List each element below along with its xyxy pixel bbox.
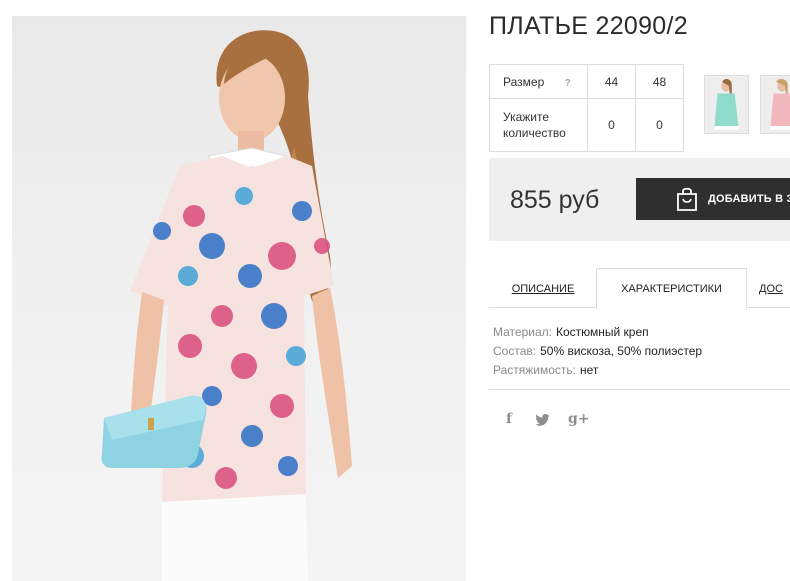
spec-value: Костюмный креп (555, 325, 649, 339)
spec-key: Материал: (493, 325, 552, 339)
quantity-label-text: Укажите количество (503, 110, 566, 140)
add-to-cart-button[interactable]: ДОБАВИТЬ В З (636, 178, 790, 220)
product-price: 855 руб (510, 186, 600, 214)
thumbnail-mint-dress[interactable] (704, 75, 749, 134)
spec-key: Состав: (493, 344, 537, 358)
help-icon[interactable]: ? (565, 78, 571, 89)
spec-row-material: Материал: Костюмный креп (493, 323, 702, 342)
product-tabs: ОПИСАНИЕ ХАРАКТЕРИСТИКИ ДОС (489, 268, 790, 309)
quantity-label: Укажите количество (489, 98, 588, 152)
tab-delivery-label: ДОС (759, 282, 783, 295)
tab-characteristics-label: ХАРАКТЕРИСТИКИ (621, 282, 722, 295)
spec-row-composition: Состав: 50% вискоза, 50% полиэстер (493, 342, 702, 361)
quantity-input-44[interactable]: 0 (587, 98, 636, 152)
size-label: Размер (503, 74, 545, 89)
googleplus-icon[interactable]: g+ (568, 411, 590, 427)
spec-list: Материал: Костюмный креп Состав: 50% виско… (493, 323, 702, 380)
product-title: ПЛАТЬЕ 22090/2 (489, 12, 688, 40)
tab-delivery[interactable]: ДОС (759, 268, 790, 309)
twitter-icon[interactable] (535, 414, 550, 426)
size-option-48[interactable]: 48 (635, 64, 684, 99)
shopping-bag-icon (677, 187, 697, 211)
tab-description[interactable]: ОПИСАНИЕ (489, 268, 597, 309)
spec-row-stretch: Растяжимость: нет (493, 361, 702, 380)
section-divider (489, 389, 790, 390)
product-main-image[interactable] (12, 16, 466, 581)
thumbnail-pink-dress[interactable] (760, 75, 790, 134)
facebook-icon[interactable]: f (506, 411, 512, 427)
tab-description-label: ОПИСАНИЕ (511, 282, 575, 295)
quantity-input-48[interactable]: 0 (635, 98, 684, 152)
spec-key: Растяжимость: (493, 363, 577, 377)
size-option-44[interactable]: 44 (587, 64, 636, 99)
size-label-cell: Размер ? (489, 64, 588, 99)
spec-value: 50% вискоза, 50% полиэстер (540, 344, 703, 358)
tab-characteristics[interactable]: ХАРАКТЕРИСТИКИ (596, 268, 747, 309)
price-box: 855 руб ДОБАВИТЬ В З (489, 158, 790, 241)
spec-value: нет (580, 363, 599, 377)
size-table: Размер ? 44 48 Укажите количество 0 0 (489, 64, 684, 152)
